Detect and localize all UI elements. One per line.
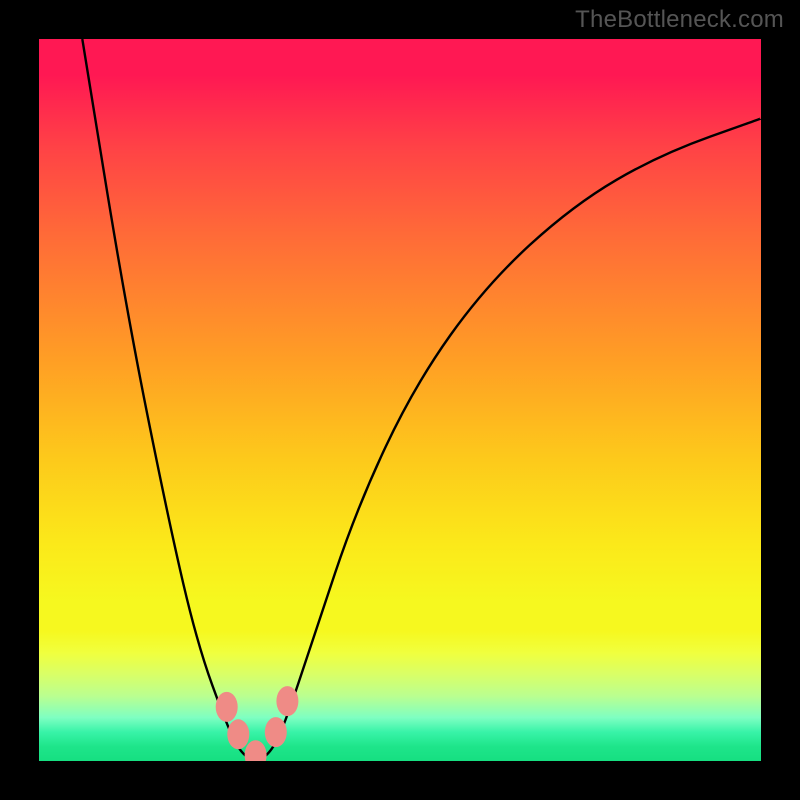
dot-right-1 bbox=[265, 717, 287, 747]
bottleneck-curve-path bbox=[82, 39, 761, 759]
chart-frame: TheBottleneck.com bbox=[0, 0, 800, 800]
dot-right-2 bbox=[276, 686, 298, 716]
watermark-text: TheBottleneck.com bbox=[575, 6, 784, 34]
plot-area bbox=[39, 39, 761, 761]
dot-left-2 bbox=[227, 719, 249, 749]
dot-bottom bbox=[245, 740, 267, 761]
dot-left-1 bbox=[216, 692, 238, 722]
curve-svg bbox=[39, 39, 761, 761]
